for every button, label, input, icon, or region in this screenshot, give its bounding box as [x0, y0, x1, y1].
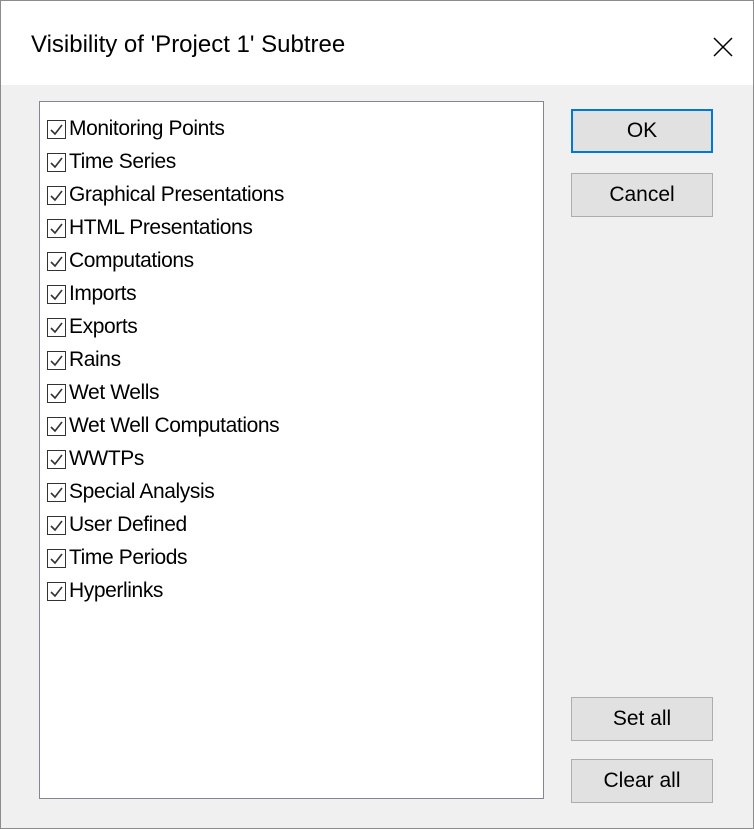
ok-button[interactable]: OK [571, 109, 713, 153]
list-item-label: WWTPs [69, 447, 144, 470]
list-item-label: Special Analysis [69, 480, 215, 503]
checkbox[interactable] [47, 581, 66, 601]
list-item-special-analysis[interactable]: Special Analysis [47, 476, 215, 508]
set-all-button[interactable]: Set all [571, 697, 713, 741]
check-icon [50, 190, 63, 201]
list-item-label: Time Periods [69, 546, 188, 569]
list-item-computations[interactable]: Computations [47, 245, 194, 277]
list-item-monitoring-points[interactable]: Monitoring Points [47, 113, 225, 145]
check-icon [50, 289, 63, 300]
list-item-imports[interactable]: Imports [47, 278, 137, 310]
list-item-exports[interactable]: Exports [47, 311, 138, 343]
checkbox[interactable] [47, 482, 66, 502]
check-icon [50, 553, 63, 564]
list-item-time-series[interactable]: Time Series [47, 146, 176, 178]
list-item-wet-well-computations[interactable]: Wet Well Computations [47, 410, 280, 442]
checkbox[interactable] [47, 218, 66, 238]
cancel-button[interactable]: Cancel [571, 173, 713, 217]
subtree-checklist[interactable]: Monitoring Points Time Series Graphical … [39, 101, 544, 799]
check-icon [50, 157, 63, 168]
list-item-label: Rains [69, 348, 121, 371]
check-icon [50, 256, 63, 267]
list-item-label: Graphical Presentations [69, 183, 284, 206]
list-item-label: Imports [69, 282, 137, 305]
list-item-label: Hyperlinks [69, 579, 164, 602]
list-item-label: Wet Well Computations [69, 414, 280, 437]
checkbox[interactable] [47, 449, 66, 469]
check-icon [50, 586, 63, 597]
check-icon [50, 520, 63, 531]
check-icon [50, 487, 63, 498]
list-item-rains[interactable]: Rains [47, 344, 121, 376]
visibility-dialog: Visibility of 'Project 1' Subtree Monito… [0, 0, 754, 829]
title-bar: Visibility of 'Project 1' Subtree [1, 1, 753, 85]
check-icon [50, 388, 63, 399]
checkbox[interactable] [47, 251, 66, 271]
checkbox[interactable] [47, 284, 66, 304]
close-icon [713, 37, 733, 57]
checkbox[interactable] [47, 350, 66, 370]
list-item-label: Exports [69, 315, 138, 338]
list-item-user-defined[interactable]: User Defined [47, 509, 187, 541]
check-icon [50, 355, 63, 366]
list-item-time-periods[interactable]: Time Periods [47, 542, 188, 574]
clear-all-button[interactable]: Clear all [571, 759, 713, 803]
checkbox[interactable] [47, 383, 66, 403]
list-item-label: Time Series [69, 150, 176, 173]
checkbox[interactable] [47, 317, 66, 337]
check-icon [50, 322, 63, 333]
checkbox[interactable] [47, 152, 66, 172]
list-item-label: Monitoring Points [69, 117, 225, 140]
check-icon [50, 124, 63, 135]
checkbox[interactable] [47, 548, 66, 568]
list-item-label: Computations [69, 249, 194, 272]
check-icon [50, 223, 63, 234]
list-item-label: HTML Presentations [69, 216, 253, 239]
list-item-hyperlinks[interactable]: Hyperlinks [47, 575, 163, 607]
list-item-wet-wells[interactable]: Wet Wells [47, 377, 160, 409]
checkbox[interactable] [47, 416, 66, 436]
checkbox[interactable] [47, 119, 66, 139]
dialog-title: Visibility of 'Project 1' Subtree [31, 31, 346, 58]
close-button[interactable] [693, 19, 753, 75]
list-item-wwtps[interactable]: WWTPs [47, 443, 144, 475]
checkbox[interactable] [47, 185, 66, 205]
check-icon [50, 454, 63, 465]
list-item-graphical-presentations[interactable]: Graphical Presentations [47, 179, 284, 211]
list-item-html-presentations[interactable]: HTML Presentations [47, 212, 253, 244]
list-item-label: Wet Wells [69, 381, 160, 404]
checkbox[interactable] [47, 515, 66, 535]
check-icon [50, 421, 63, 432]
list-item-label: User Defined [69, 513, 187, 536]
